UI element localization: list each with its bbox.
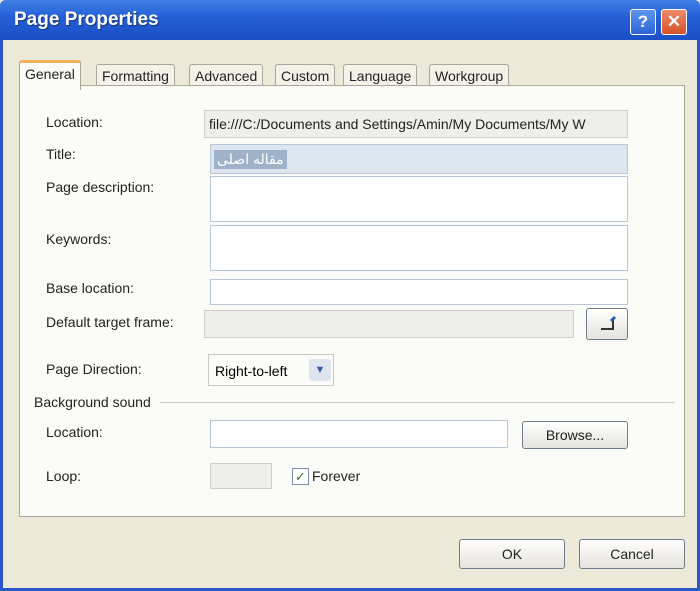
page-direction-label: Page Direction: <box>46 361 142 377</box>
tab-formatting[interactable]: Formatting <box>96 64 175 87</box>
page-description-label: Page description: <box>46 179 155 195</box>
tab-language[interactable]: Language <box>343 64 418 87</box>
help-icon: ? <box>637 12 649 31</box>
close-button[interactable]: ✕ <box>661 9 687 35</box>
tab-general[interactable]: General <box>19 60 81 90</box>
tab-label: Language <box>349 68 412 84</box>
chevron-down-icon: ▼ <box>309 359 331 381</box>
sound-location-field[interactable] <box>210 420 508 448</box>
help-button[interactable]: ? <box>630 9 656 35</box>
tab-label: Formatting <box>102 68 169 84</box>
page-direction-value: Right-to-left <box>215 363 288 379</box>
page-direction-select[interactable]: Right-to-left ▼ <box>208 354 334 386</box>
ok-button[interactable]: OK <box>459 539 565 569</box>
tab-workgroup[interactable]: Workgroup <box>429 64 510 87</box>
tab-label: Advanced <box>195 68 258 84</box>
base-location-field[interactable] <box>210 279 628 305</box>
page-properties-dialog: Page Properties ? ✕ General Formatting A… <box>0 0 700 591</box>
keywords-field[interactable] <box>210 225 628 271</box>
tab-label: General <box>25 66 75 82</box>
location-label: Location: <box>46 114 103 130</box>
page-description-field[interactable] <box>210 176 628 222</box>
title-value: مقاله اصلی <box>214 150 287 169</box>
cancel-button[interactable]: Cancel <box>579 539 685 569</box>
keywords-label: Keywords: <box>46 231 112 247</box>
default-target-frame-field[interactable] <box>204 310 574 338</box>
tab-advanced[interactable]: Advanced <box>189 64 264 87</box>
loop-field[interactable] <box>210 463 272 489</box>
loop-label: Loop: <box>46 468 82 484</box>
browse-button[interactable]: Browse... <box>522 421 628 449</box>
default-target-frame-label: Default target frame: <box>46 314 174 330</box>
title-label: Title: <box>46 146 76 162</box>
sound-location-label: Location: <box>46 424 103 440</box>
pencil-icon <box>601 315 617 330</box>
tab-custom[interactable]: Custom <box>275 64 336 87</box>
group-divider <box>160 402 675 403</box>
forever-checkbox[interactable]: ✓ <box>292 468 309 485</box>
title-field[interactable]: مقاله اصلی <box>210 144 628 174</box>
close-icon: ✕ <box>666 12 682 31</box>
window-title: Page Properties <box>14 9 159 30</box>
location-field[interactable]: file:///C:/Documents and Settings/Amin/M… <box>204 110 628 138</box>
title-bar: Page Properties ? ✕ <box>0 0 700 40</box>
forever-label: Forever <box>312 468 361 484</box>
general-tab-panel: Location: file:///C:/Documents and Setti… <box>19 85 685 517</box>
tab-label: Workgroup <box>435 68 504 84</box>
tab-label: Custom <box>281 68 330 84</box>
background-sound-label: Background sound <box>34 394 151 410</box>
base-location-label: Base location: <box>46 280 134 296</box>
frame-picker-button[interactable] <box>586 308 628 340</box>
